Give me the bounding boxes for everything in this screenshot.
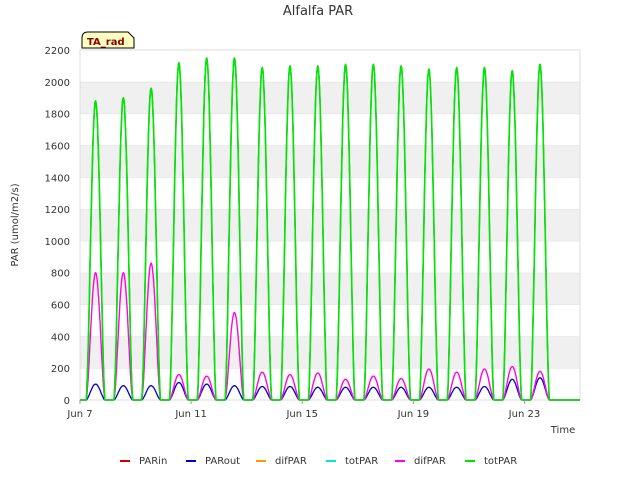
x-tick-label: Jun 23	[508, 409, 541, 420]
y-tick-label: 2200	[45, 46, 70, 57]
station-badge: TA_rad	[81, 31, 135, 49]
y-tick-label: 0	[64, 396, 70, 407]
grid-band	[80, 240, 580, 273]
legend-label: totPAR	[345, 456, 378, 467]
legend-label: PARout	[205, 456, 240, 467]
y-tick-label: 400	[51, 332, 70, 343]
x-tick-label: Jun 11	[174, 409, 207, 420]
y-tick-label: 1000	[45, 237, 70, 248]
legend-label: totPAR	[484, 456, 517, 467]
y-tick-label: 800	[51, 269, 70, 280]
legend-label: difPAR	[414, 456, 446, 467]
chart-title: Alfalfa PAR	[283, 4, 353, 19]
y-tick-label: 1800	[45, 110, 70, 121]
x-axis-label: Time	[550, 425, 575, 436]
legend-label: difPAR	[275, 456, 307, 467]
y-tick-label: 1200	[45, 205, 70, 216]
y-tick-label: 600	[51, 301, 70, 312]
grid-band	[80, 113, 580, 146]
badge-label: TA_rad	[87, 37, 125, 48]
x-tick-label: Jun 7	[66, 409, 92, 420]
legend: PARin PARout difPAR totPAR difPAR totPAR	[120, 456, 517, 467]
y-tick-label: 2000	[45, 78, 70, 89]
y-tick-label: 200	[51, 364, 70, 375]
y-axis: 0 200 400 600 800 1000 1200 1400 1600 1800 2000 220…	[45, 46, 70, 407]
x-tick-label: Jun 19	[397, 409, 430, 420]
x-tick-label: Jun 15	[285, 409, 318, 420]
par-chart: 0 200 400 600 800 1000 1200 1400 1600 1800 2000 220…	[10, 4, 581, 467]
legend-label: PARin	[139, 456, 167, 467]
y-axis-label: PAR (umol/m2/s)	[10, 183, 21, 266]
y-tick-label: 1600	[45, 141, 70, 152]
x-axis: Jun 7 Jun 11 Jun 15 Jun 19 Jun 23	[66, 400, 540, 420]
grid-band	[80, 50, 580, 82]
grid-band	[80, 81, 580, 114]
y-tick-label: 1400	[45, 173, 70, 184]
